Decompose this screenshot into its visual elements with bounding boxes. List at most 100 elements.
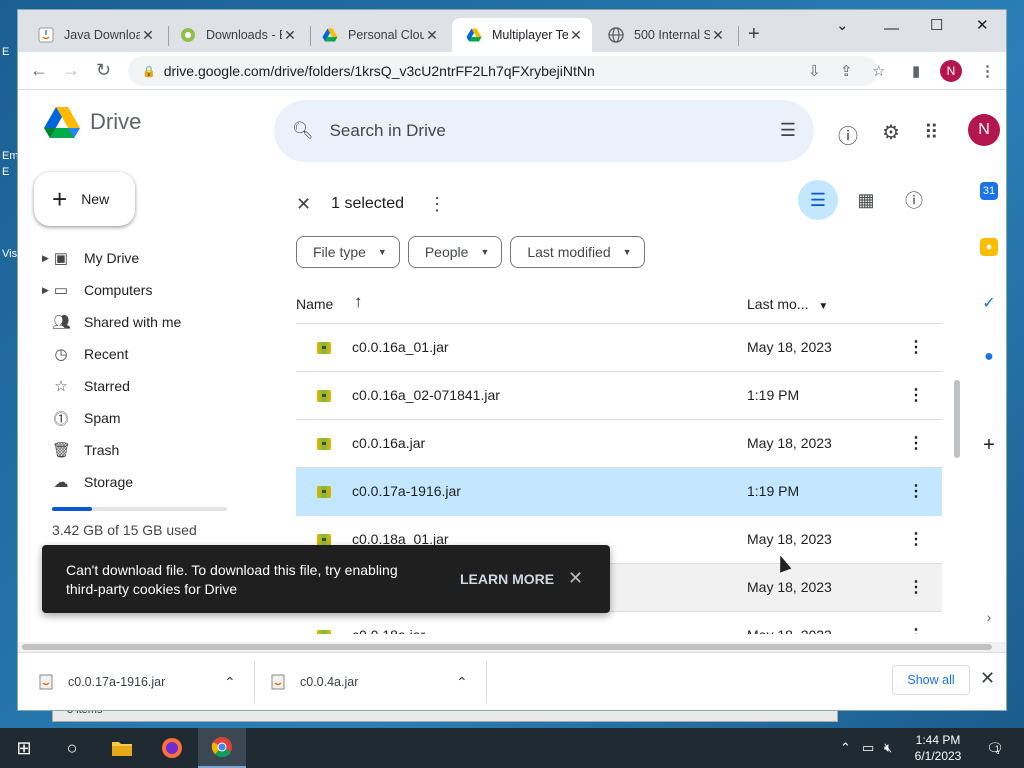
file-row[interactable]: c0.0.18a.jar May 18, 2023 ⋮ <box>296 612 942 634</box>
column-name[interactable]: Name <box>296 296 333 312</box>
apps-grid-icon[interactable]: ⠿ <box>924 120 939 145</box>
forward-arrow-icon[interactable]: → <box>62 60 80 81</box>
file-row[interactable]: c0.0.16a_02-071841.jar 1:19 PM ⋮ <box>296 372 942 420</box>
chrome-icon[interactable] <box>198 728 246 768</box>
install-app-icon[interactable]: ⇩ <box>808 62 821 80</box>
tab-close-icon[interactable]: ✕ <box>710 27 726 44</box>
chip-label: People <box>424 244 469 260</box>
drive-search-bar[interactable]: 🔍︎ Search in Drive ☰ <box>274 100 814 162</box>
filter-file-type[interactable]: File type ▼ <box>296 236 400 268</box>
sidebar-item-my-drive[interactable]: ▶ ▣ My Drive <box>38 242 258 274</box>
file-row[interactable]: c0.0.16a_01.jar May 18, 2023 ⋮ <box>296 324 942 372</box>
search-input[interactable]: Search in Drive <box>330 121 446 141</box>
side-panel-icon[interactable]: ▮ <box>912 62 920 80</box>
bookmark-star-icon[interactable]: ☆ <box>872 62 885 80</box>
start-windows-icon[interactable]: ⊞ <box>0 728 48 768</box>
browser-tab-active[interactable]: Multiplayer Tes ✕ <box>452 18 592 52</box>
shelf-close-icon[interactable]: ✕ <box>980 668 995 689</box>
filter-view-icon[interactable]: ☰ <box>798 180 838 220</box>
reload-icon[interactable]: ↻ <box>96 60 111 81</box>
share-icon[interactable]: ⇪ <box>840 62 853 80</box>
new-tab-plus-icon[interactable]: + <box>748 23 760 46</box>
row-more-actions-icon[interactable]: ⋮ <box>908 385 924 405</box>
minimize-icon[interactable]: — <box>884 20 899 37</box>
keep-icon[interactable]: ● <box>980 238 998 256</box>
tab-close-icon[interactable]: ✕ <box>282 27 298 44</box>
browser-tab[interactable]: 500 Internal Se ✕ <box>594 18 734 52</box>
firefox-icon[interactable] <box>148 728 196 768</box>
sort-up-arrow-icon[interactable]: ↑ <box>354 292 363 312</box>
chevron-up-icon[interactable]: ⌃ <box>456 674 468 691</box>
expand-caret-icon[interactable]: ▶ <box>42 253 49 264</box>
filter-people[interactable]: People ▼ <box>407 236 503 268</box>
maximize-icon[interactable]: ☐ <box>930 16 943 34</box>
tasks-icon[interactable]: ✓ <box>980 294 998 312</box>
tab-search-chevron-icon[interactable]: ⌄ <box>836 16 849 34</box>
system-clock[interactable]: 1:44 PM 6/1/2023 <box>906 732 970 764</box>
add-addon-plus-icon[interactable]: + <box>980 434 998 456</box>
row-more-actions-icon[interactable]: ⋮ <box>908 625 924 634</box>
row-more-actions-icon[interactable]: ⋮ <box>908 577 924 597</box>
file-row[interactable]: c0.0.17a-1916.jar 1:19 PM ⋮ <box>296 468 942 516</box>
sidebar-item-shared[interactable]: 👥︎ Shared with me <box>38 306 258 338</box>
jar-file-icon <box>316 628 332 634</box>
row-more-actions-icon[interactable]: ⋮ <box>908 337 924 357</box>
contacts-icon[interactable]: ● <box>980 348 998 366</box>
new-button[interactable]: + New <box>34 172 135 226</box>
vertical-scrollbar[interactable] <box>954 380 960 458</box>
back-arrow-icon[interactable]: ← <box>30 60 48 81</box>
expand-caret-icon[interactable]: ▶ <box>42 285 49 296</box>
notifications-icon[interactable]: 🗨︎1 <box>986 740 1004 757</box>
file-explorer-icon[interactable] <box>98 728 146 768</box>
sidebar-item-computers[interactable]: ▶ ▭ Computers <box>38 274 258 306</box>
learn-more-button[interactable]: LEARN MORE <box>460 571 554 587</box>
search-options-icon[interactable]: ☰ <box>780 120 796 141</box>
browser-menu-icon[interactable]: ⋮ <box>980 62 995 80</box>
trash-icon: 🗑︎ <box>52 442 72 459</box>
address-bar[interactable]: 🔒 drive.google.com/drive/folders/1krsQ_v… <box>128 56 878 86</box>
calendar-icon[interactable]: 31 <box>980 182 998 200</box>
sidebar-item-recent[interactable]: ◷ Recent <box>38 338 258 370</box>
toast-close-icon[interactable]: ✕ <box>568 568 583 589</box>
sidebar-item-starred[interactable]: ☆ Starred <box>38 370 258 402</box>
search-icon[interactable]: ○ <box>48 728 96 768</box>
desktop-icon-labels: E Em E Vis <box>0 0 19 730</box>
expand-panel-chevron-icon[interactable]: › <box>980 608 998 626</box>
row-more-actions-icon[interactable]: ⋮ <box>908 433 924 453</box>
grid-view-icon[interactable]: ▦ <box>846 180 886 220</box>
tab-close-icon[interactable]: ✕ <box>568 27 584 44</box>
more-actions-icon[interactable]: ⋮ <box>428 194 446 215</box>
network-icon[interactable]: ▭ <box>862 740 874 756</box>
tab-close-icon[interactable]: ✕ <box>424 27 440 44</box>
clear-selection-close-icon[interactable]: ✕ <box>296 194 311 215</box>
browser-tab[interactable]: Personal Cloud ✕ <box>308 18 448 52</box>
help-icon[interactable]: ⓘ <box>838 120 858 149</box>
chevron-up-icon[interactable]: ⌃ <box>224 674 236 691</box>
column-last-modified[interactable]: Last mo... ▼ <box>747 296 828 312</box>
browser-profile-avatar[interactable]: N <box>940 60 962 82</box>
filter-last-modified[interactable]: Last modified ▼ <box>510 236 645 268</box>
account-avatar[interactable]: N <box>968 114 1000 146</box>
settings-gear-icon[interactable]: ⚙ <box>882 120 900 145</box>
volume-muted-icon[interactable]: 🔇︎ <box>884 740 892 756</box>
browser-tab[interactable]: Java Downloads ✕ <box>24 18 164 52</box>
sidebar-item-trash[interactable]: 🗑︎ Trash <box>38 434 258 466</box>
drive-logo[interactable]: Drive <box>44 106 141 138</box>
horizontal-scrollbar[interactable] <box>18 642 1006 652</box>
download-item[interactable]: c0.0.17a-1916.jar ⌃ <box>38 663 248 701</box>
window-close-icon[interactable]: ✕ <box>976 16 989 34</box>
tab-close-icon[interactable]: ✕ <box>140 27 156 44</box>
show-all-button[interactable]: Show all <box>892 665 970 695</box>
download-item[interactable]: c0.0.4a.jar ⌃ <box>270 663 480 701</box>
jar-file-icon <box>38 674 54 690</box>
tray-chevron-icon[interactable]: ⌃ <box>840 740 851 756</box>
row-more-actions-icon[interactable]: ⋮ <box>908 481 924 501</box>
row-more-actions-icon[interactable]: ⋮ <box>908 529 924 549</box>
file-row[interactable]: c0.0.16a.jar May 18, 2023 ⋮ <box>296 420 942 468</box>
scroll-thumb[interactable] <box>22 644 992 650</box>
sidebar-item-storage[interactable]: ☁︎ Storage <box>38 466 258 498</box>
browser-tab[interactable]: Downloads - Bo ✕ <box>166 18 306 52</box>
dropdown-arrow-icon: ▼ <box>480 247 490 257</box>
details-info-icon[interactable]: ⓘ <box>894 180 934 220</box>
sidebar-item-spam[interactable]: ⓵ Spam <box>38 402 258 434</box>
